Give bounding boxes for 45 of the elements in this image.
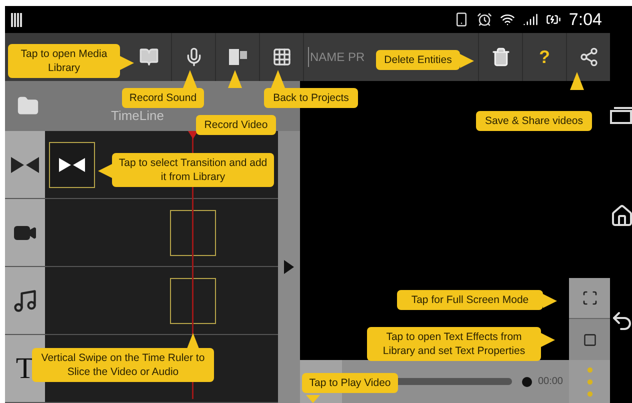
square-icon xyxy=(582,332,596,346)
hint-tooltip: Tap to open Media Library xyxy=(8,44,120,78)
battery-icon xyxy=(546,12,561,27)
bowtie-icon xyxy=(11,156,39,172)
music-notes-icon xyxy=(12,288,38,314)
book-icon xyxy=(139,47,159,67)
film-icon xyxy=(228,47,248,67)
player-time: 00:00 xyxy=(538,375,563,389)
hint-tooltip: Record Video xyxy=(196,115,276,135)
callout-pointer xyxy=(570,72,584,90)
alarm-icon xyxy=(476,12,492,27)
recent-apps-icon[interactable] xyxy=(610,106,632,124)
callout-pointer xyxy=(228,70,242,88)
home-icon[interactable] xyxy=(610,204,632,228)
clip-slot[interactable] xyxy=(170,210,216,256)
callout-pointer xyxy=(183,70,197,88)
clip-slot[interactable] xyxy=(170,278,216,324)
signal-icon xyxy=(522,12,538,27)
wifi-icon xyxy=(500,12,515,27)
callout-pointer xyxy=(543,294,557,308)
folder-icon[interactable] xyxy=(17,95,39,117)
callout-pointer xyxy=(306,395,320,403)
trash-icon xyxy=(490,47,510,67)
notification-icon xyxy=(11,12,22,26)
rotation-icon xyxy=(454,12,469,27)
hint-tooltip: Tap to select Transition and add it from Library xyxy=(112,153,274,187)
fullscreen-icon xyxy=(582,290,598,306)
hint-tooltip: Tap to Play Video xyxy=(302,373,398,393)
grid-icon xyxy=(272,47,292,67)
pie-icon xyxy=(522,376,532,386)
hint-tooltip: Save & Share videos xyxy=(476,111,592,131)
callout-pointer xyxy=(541,333,555,347)
share-icon xyxy=(578,47,598,67)
dots-icon xyxy=(586,366,592,396)
callout-pointer xyxy=(271,70,285,88)
callout-pointer xyxy=(120,56,134,70)
transition-clip[interactable] xyxy=(49,142,95,188)
callout-pointer xyxy=(98,164,112,178)
hint-tooltip: Vertical Swipe on the Time Ruler to Slice the Video or Audio xyxy=(32,348,214,382)
callout-pointer xyxy=(460,54,474,68)
clock-time: 7:04 xyxy=(568,8,602,31)
hint-tooltip: Tap to open Text Effects from Library and set Text Properties xyxy=(367,327,541,361)
bowtie-icon xyxy=(59,158,85,172)
play-arrow-icon[interactable] xyxy=(284,260,294,274)
timeline-title: TimeLine xyxy=(111,107,164,126)
